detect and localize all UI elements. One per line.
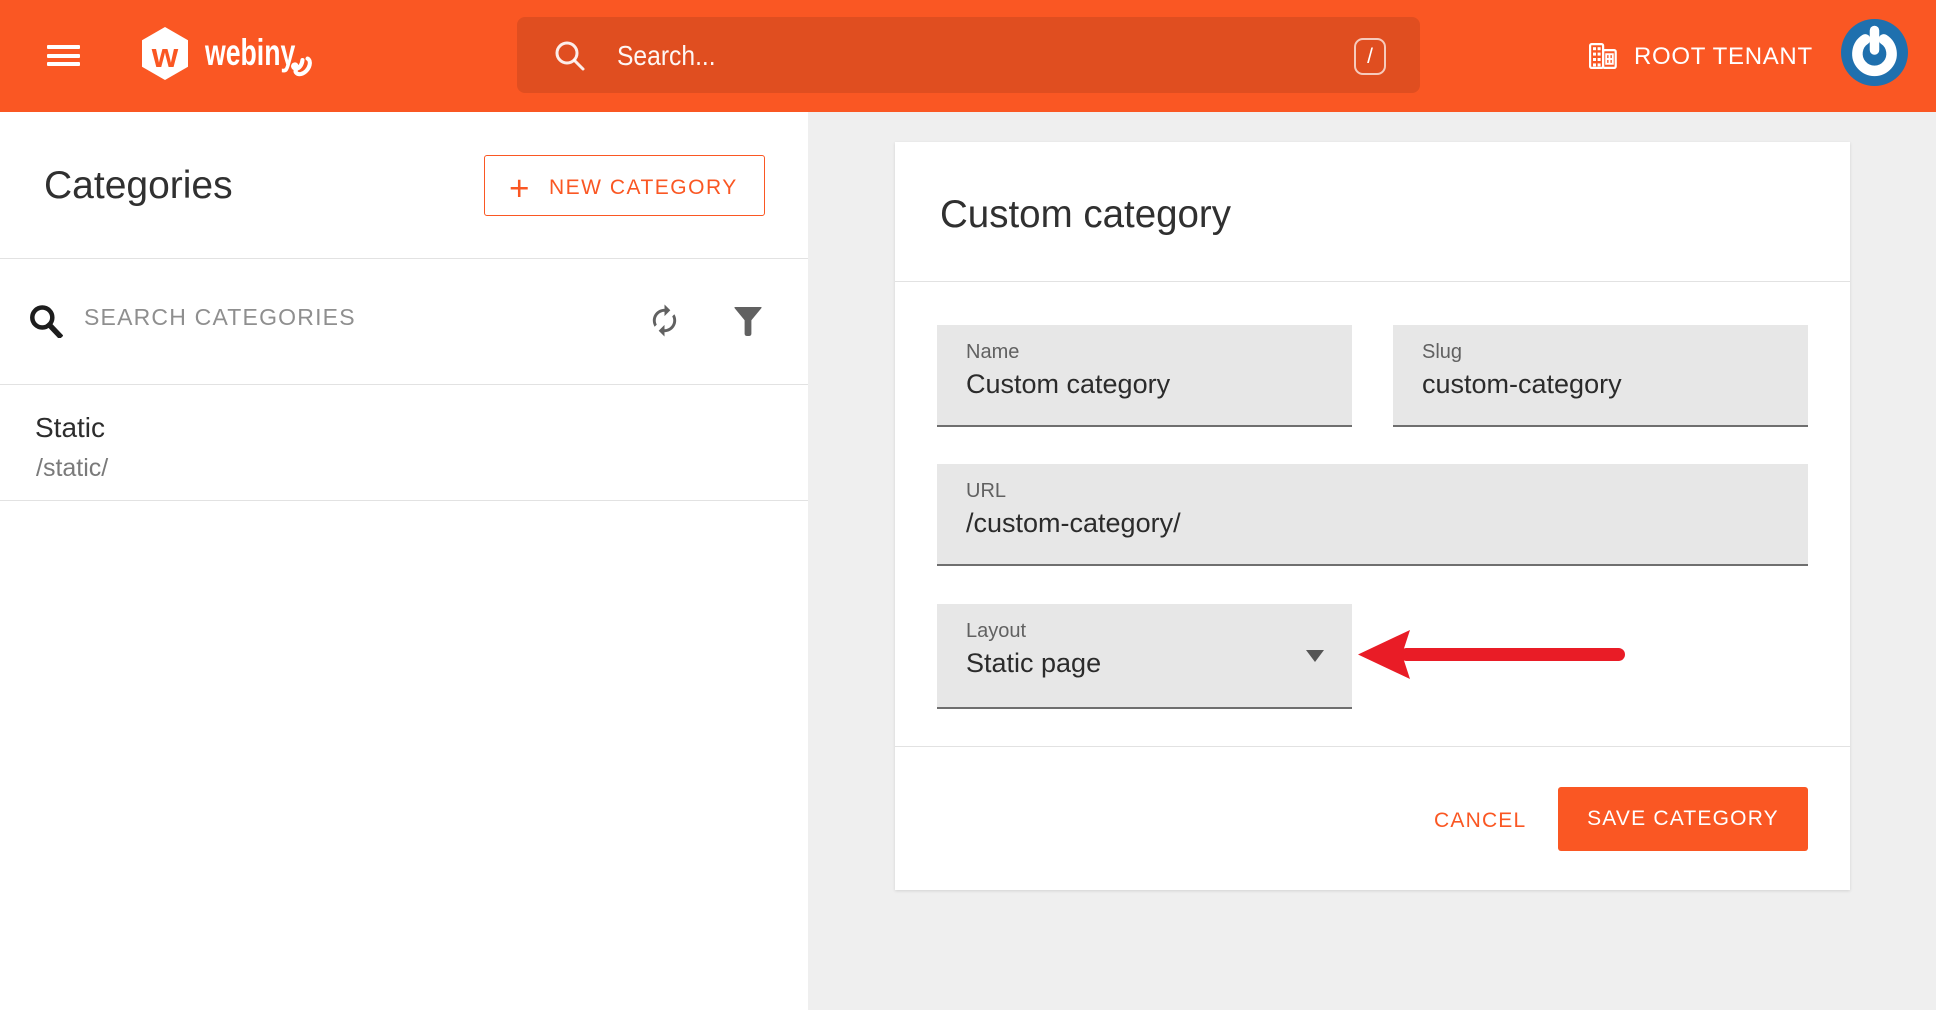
svg-text:w: w (151, 37, 179, 75)
